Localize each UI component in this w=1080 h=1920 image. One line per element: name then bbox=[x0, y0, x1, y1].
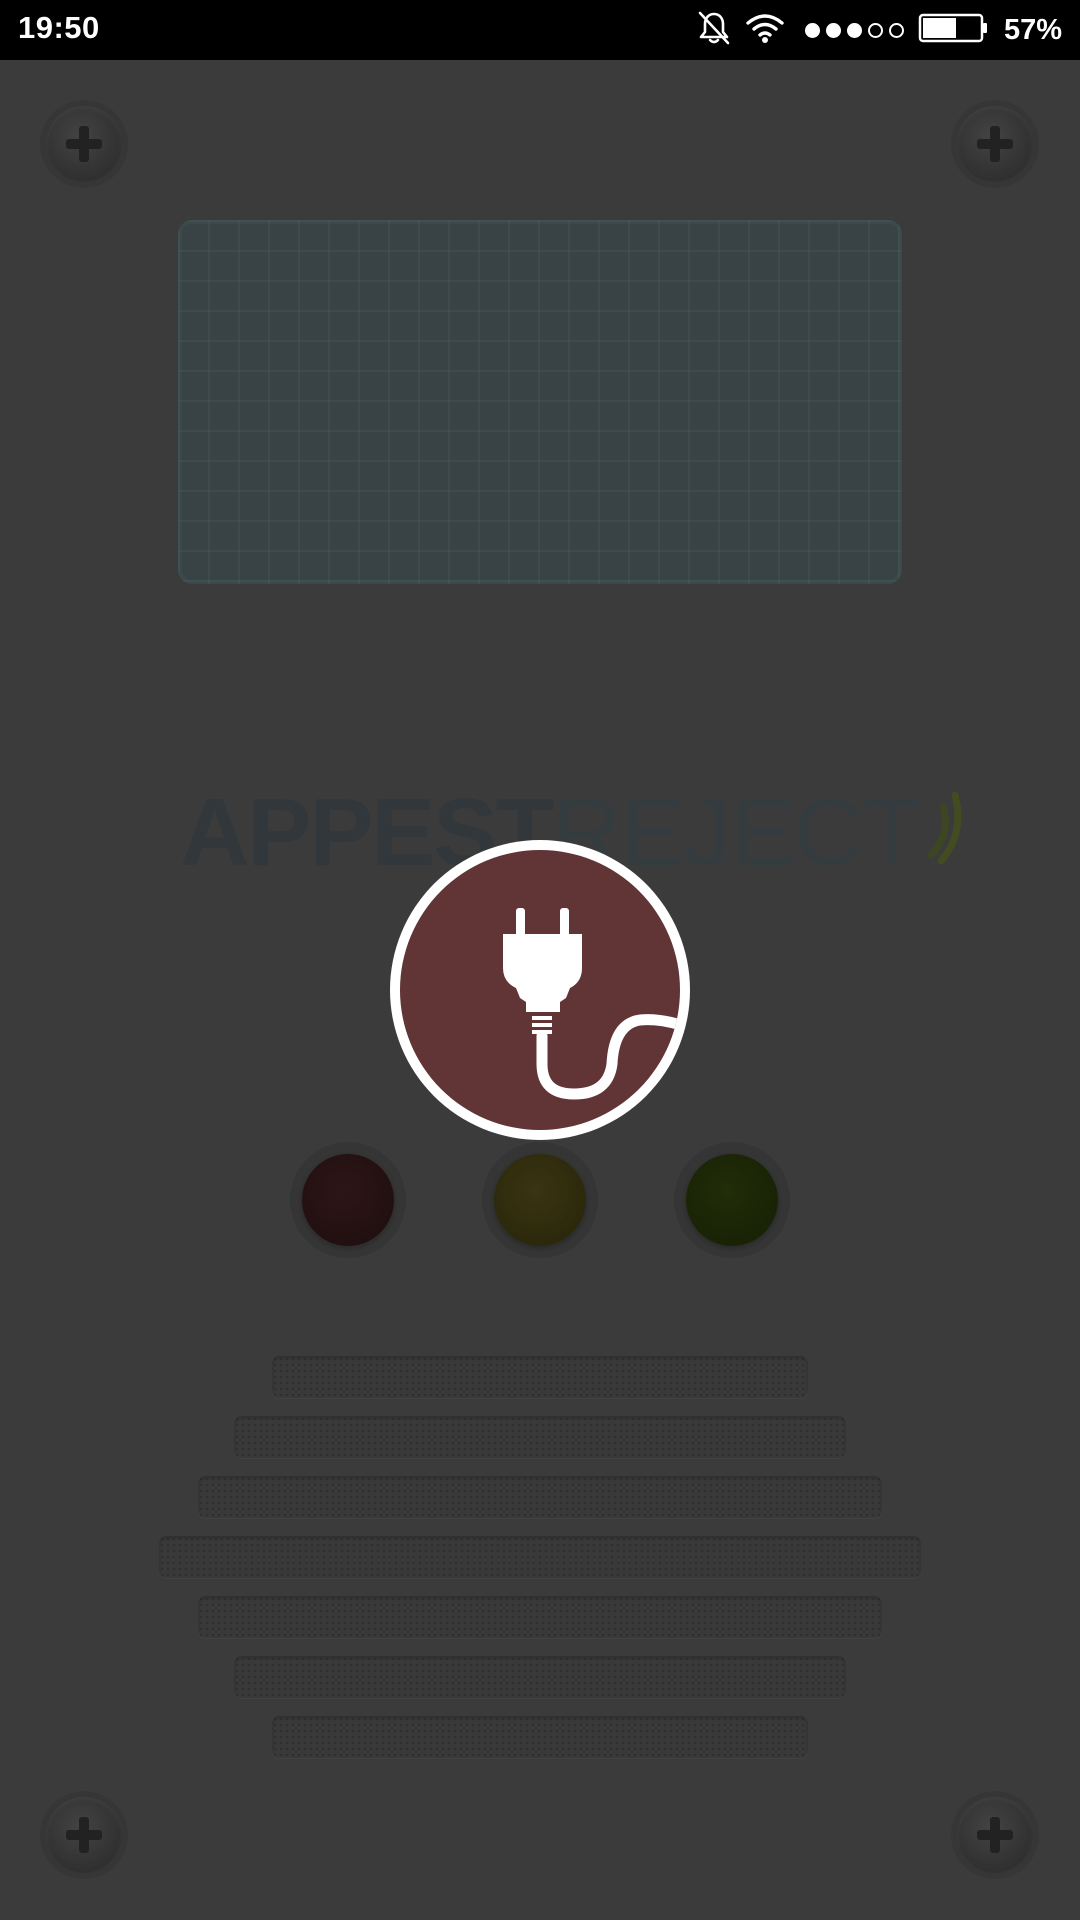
signal-icon bbox=[799, 22, 904, 38]
plug-icon bbox=[503, 908, 680, 1100]
battery-percent: 57% bbox=[1003, 13, 1062, 46]
disconnected-badge[interactable] bbox=[390, 840, 690, 1140]
wifi-icon bbox=[745, 12, 785, 49]
battery-icon bbox=[918, 13, 990, 48]
disconnected-badge-inner bbox=[400, 850, 680, 1130]
status-bar: 19:50 57% bbox=[0, 0, 1080, 60]
status-icons: 57% bbox=[683, 8, 1062, 52]
status-time: 19:50 bbox=[18, 10, 100, 45]
bell-muted-icon bbox=[697, 10, 731, 51]
